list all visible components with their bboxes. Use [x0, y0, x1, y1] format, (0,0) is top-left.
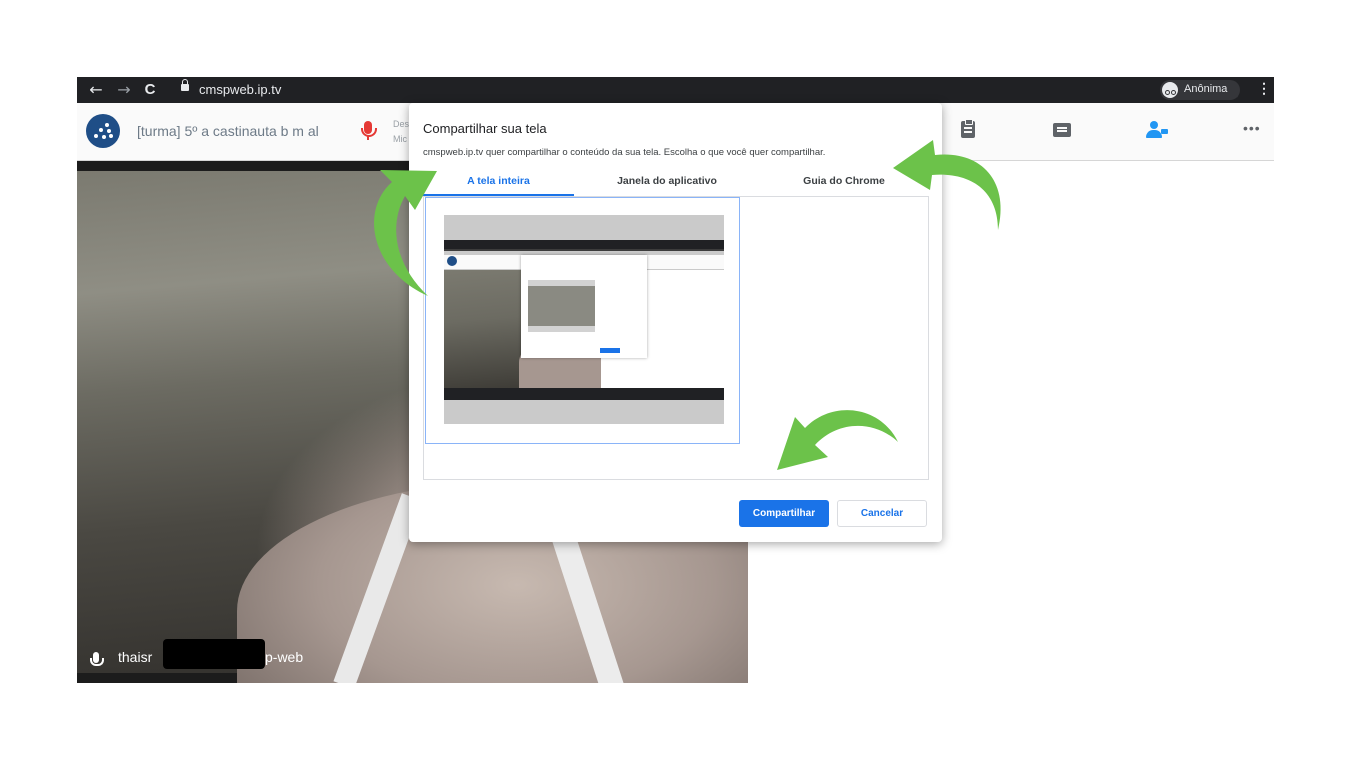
cancel-button[interactable]: Cancelar: [837, 500, 927, 527]
forward-icon[interactable]: →: [114, 80, 134, 100]
url-text: cmspweb.ip.tv: [199, 82, 282, 97]
browser-menu-icon[interactable]: ⋮: [1257, 80, 1271, 97]
more-icon[interactable]: •••: [1243, 120, 1261, 136]
microphone-stem: [367, 136, 369, 140]
tab-application-window[interactable]: Janela do aplicativo: [595, 175, 739, 193]
reload-icon[interactable]: C: [140, 80, 160, 100]
participant-name-start: thaisr: [118, 649, 153, 665]
dialog-title: Compartilhar sua tela: [423, 121, 547, 136]
participant-mic-icon: [90, 652, 104, 666]
dialog-description: cmspweb.ip.tv quer compartilhar o conteú…: [423, 147, 826, 158]
mic-status-text: Des Mic: [393, 117, 409, 147]
screen-thumbnail-card[interactable]: [425, 197, 740, 444]
screen-preview-image: [444, 215, 724, 424]
share-screen-dialog: Compartilhar sua tela cmspweb.ip.tv quer…: [409, 103, 942, 542]
participant-name-end: p-web: [265, 649, 304, 665]
people-icon[interactable]: [1146, 121, 1170, 139]
logo-icon: [86, 114, 120, 148]
clipboard-icon[interactable]: [961, 119, 975, 138]
chat-icon[interactable]: [1053, 123, 1071, 137]
mic-status-line1: Des: [393, 119, 410, 129]
mic-status-line2: Mic: [393, 134, 407, 144]
redaction-bar: [163, 639, 265, 669]
microphone-icon[interactable]: [361, 121, 377, 137]
incognito-profile-button[interactable]: Anônima: [1160, 80, 1240, 100]
address-bar[interactable]: cmspweb.ip.tv ☆: [175, 79, 1240, 101]
room-title: [turma] 5º a castinauta b m al: [137, 123, 319, 139]
tab-panel: [423, 196, 929, 480]
back-icon[interactable]: ←: [86, 80, 106, 100]
incognito-icon: [1162, 82, 1178, 98]
tab-entire-screen[interactable]: A tela inteira: [423, 175, 574, 193]
lock-icon: [181, 79, 189, 91]
profile-label: Anônima: [1184, 83, 1228, 95]
tab-chrome-tab[interactable]: Guia do Chrome: [769, 175, 919, 193]
share-button[interactable]: Compartilhar: [739, 500, 829, 527]
browser-toolbar: ← → C cmspweb.ip.tv ☆ Anônima ⋮: [77, 77, 1274, 103]
